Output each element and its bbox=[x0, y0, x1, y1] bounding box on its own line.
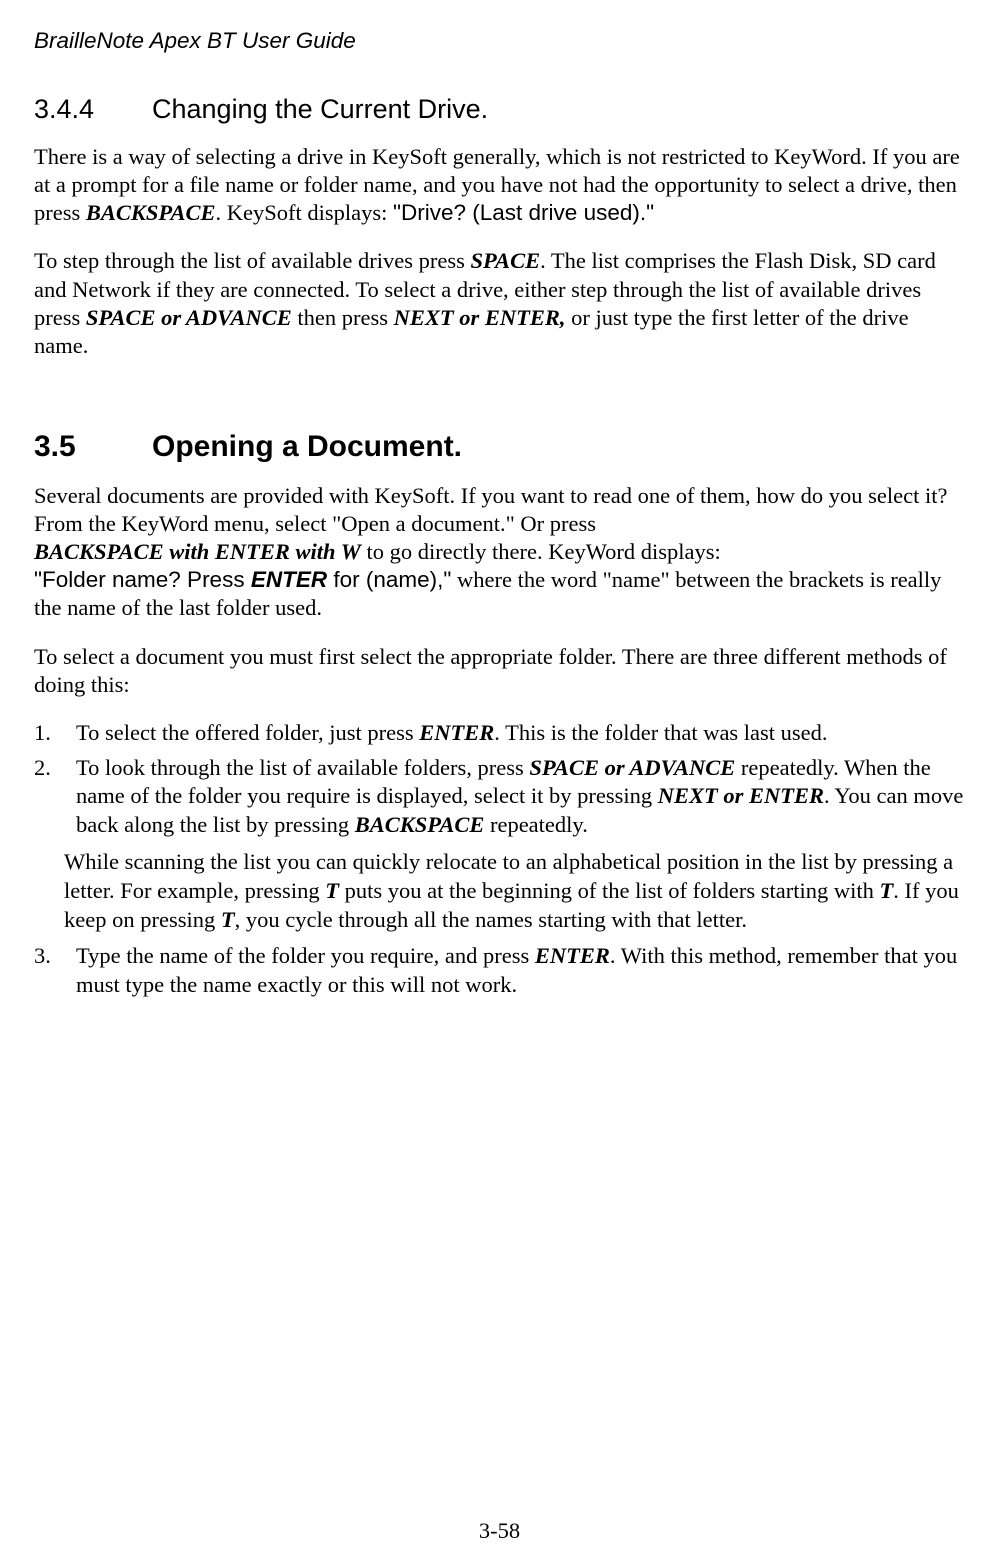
key-command: T bbox=[880, 878, 894, 903]
text-run: then press bbox=[292, 305, 394, 330]
heading-3-5: 3.5 Opening a Document. bbox=[34, 430, 965, 464]
heading-title: Changing the Current Drive. bbox=[152, 94, 488, 125]
list-marker: 1. bbox=[34, 719, 51, 748]
key-command: SPACE or ADVANCE bbox=[86, 305, 292, 330]
key-command: BACKSPACE bbox=[86, 200, 216, 225]
heading-number: 3.4.4 bbox=[34, 94, 152, 125]
body-paragraph: There is a way of selecting a drive in K… bbox=[34, 143, 965, 227]
text-run: repeatedly. bbox=[484, 812, 587, 837]
body-paragraph: Several documents are provided with KeyS… bbox=[34, 482, 965, 623]
key-command: ENTER bbox=[419, 720, 494, 745]
list-marker: 2. bbox=[34, 754, 51, 783]
body-paragraph: To step through the list of available dr… bbox=[34, 247, 965, 360]
display-prompt: "Drive? (Last drive used)." bbox=[393, 200, 654, 225]
text-run: , you cycle through all the names starti… bbox=[235, 907, 747, 932]
key-command: T bbox=[325, 878, 339, 903]
list-item: 1. To select the offered folder, just pr… bbox=[34, 719, 965, 748]
numbered-list: 3. Type the name of the folder you requi… bbox=[34, 942, 965, 1000]
sub-paragraph: While scanning the list you can quickly … bbox=[34, 848, 965, 934]
text-run: to go directly there. KeyWord displays: bbox=[361, 539, 721, 564]
heading-number: 3.5 bbox=[34, 430, 152, 464]
display-prompt: for (name)," bbox=[327, 567, 451, 592]
text-run: To look through the list of available fo… bbox=[76, 755, 529, 780]
body-paragraph: To select a document you must first sele… bbox=[34, 643, 965, 699]
numbered-list: 1. To select the offered folder, just pr… bbox=[34, 719, 965, 840]
page-header: BrailleNote Apex BT User Guide bbox=[34, 28, 965, 54]
key-command: T bbox=[221, 907, 235, 932]
text-run: To select the offered folder, just press bbox=[76, 720, 419, 745]
display-prompt: "Folder name? Press bbox=[34, 567, 251, 592]
text-run: . This is the folder that was last used. bbox=[494, 720, 827, 745]
text-run: To step through the list of available dr… bbox=[34, 248, 470, 273]
list-item: 2. To look through the list of available… bbox=[34, 754, 965, 840]
key-command: SPACE or ADVANCE bbox=[529, 755, 735, 780]
text-run: Type the name of the folder you require,… bbox=[76, 943, 535, 968]
key-command: NEXT or ENTER, bbox=[394, 305, 566, 330]
key-command: ENTER bbox=[535, 943, 610, 968]
list-marker: 3. bbox=[34, 942, 51, 971]
heading-title: Opening a Document. bbox=[152, 430, 462, 464]
list-item: 3. Type the name of the folder you requi… bbox=[34, 942, 965, 1000]
key-command: BACKSPACE with ENTER with W bbox=[34, 539, 361, 564]
display-prompt: ENTER bbox=[251, 567, 327, 592]
heading-3-4-4: 3.4.4 Changing the Current Drive. bbox=[34, 94, 965, 125]
page-number: 3-58 bbox=[0, 1518, 999, 1544]
key-command: NEXT or ENTER bbox=[658, 783, 824, 808]
text-run: puts you at the beginning of the list of… bbox=[339, 878, 880, 903]
key-command: BACKSPACE bbox=[355, 812, 485, 837]
key-command: SPACE bbox=[470, 248, 540, 273]
text-run: . KeySoft displays: bbox=[216, 200, 394, 225]
text-run: Several documents are provided with KeyS… bbox=[34, 483, 948, 536]
